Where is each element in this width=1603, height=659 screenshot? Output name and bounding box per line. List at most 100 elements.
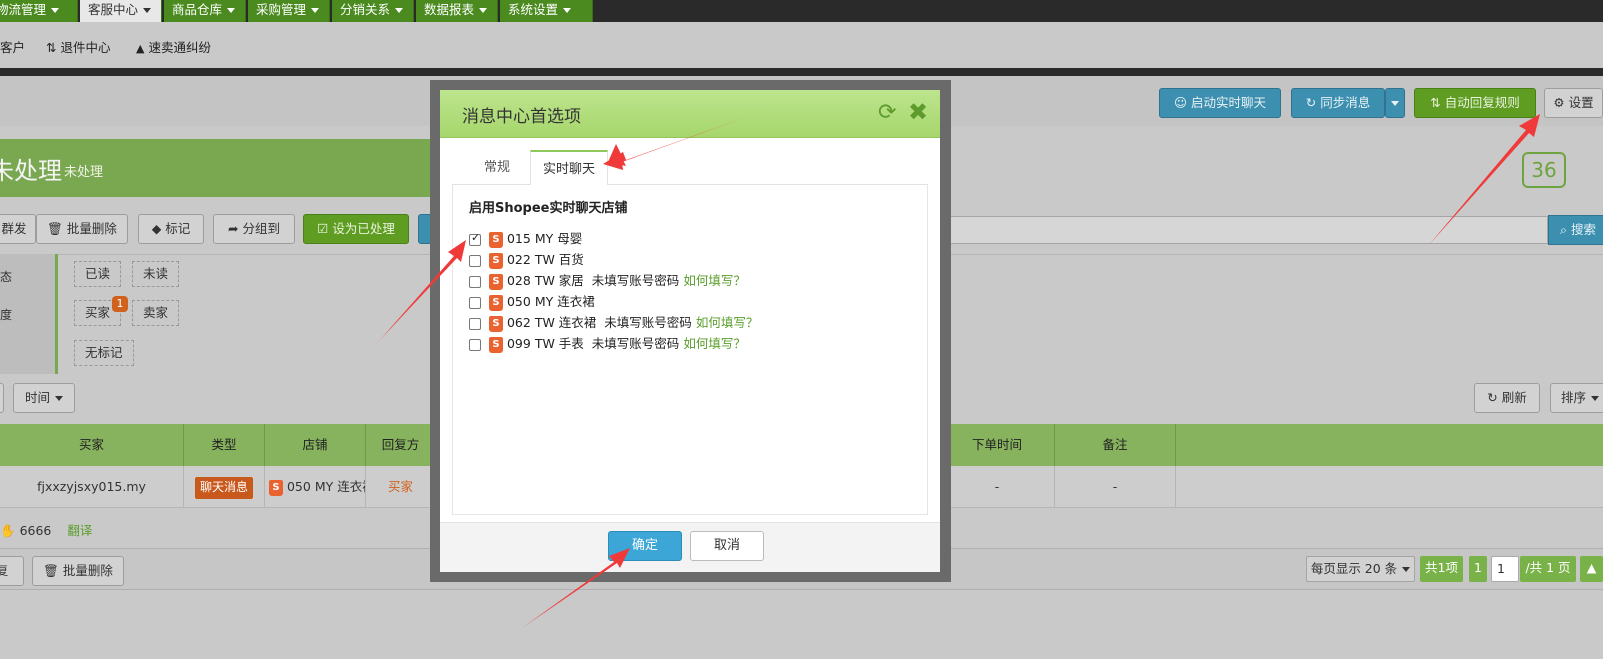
set-processed-button[interactable]: ☑ 设为已处理 bbox=[303, 214, 409, 244]
section-title: 未处理 bbox=[0, 157, 62, 185]
shop-option[interactable]: S 062 TW 连衣裙 未填写账号密码 如何填写？ bbox=[469, 312, 759, 332]
chevron-down-icon bbox=[143, 8, 152, 13]
cell-buyer: fjxxzyjsxy015.my bbox=[0, 466, 184, 508]
reply-button[interactable]: 复 bbox=[0, 556, 24, 586]
scroll-top-button[interactable]: ▲ bbox=[1580, 556, 1603, 582]
prev-sort-button[interactable] bbox=[0, 383, 4, 413]
subnav-customers[interactable]: 客户 bbox=[0, 37, 25, 56]
how-to-fill-link[interactable]: 如何填写？ bbox=[683, 336, 746, 351]
nav-customer-service[interactable]: 客服中心 bbox=[80, 0, 162, 22]
shopee-icon: S bbox=[489, 294, 503, 311]
chevron-down-icon bbox=[55, 396, 63, 401]
shop-checkbox[interactable] bbox=[469, 317, 481, 330]
per-page-select[interactable]: 每页显示 20 条 bbox=[1306, 556, 1415, 582]
filter-unread[interactable]: 未读 bbox=[132, 261, 180, 287]
filter-seller[interactable]: 卖家 bbox=[132, 300, 180, 326]
nav-system-settings[interactable]: 系统设置 bbox=[500, 0, 593, 22]
search-input[interactable] bbox=[940, 216, 1548, 244]
filter-read[interactable]: 已读 bbox=[74, 261, 122, 287]
close-icon[interactable]: ✖ bbox=[908, 98, 928, 126]
batch-delete-button[interactable]: 🗑 批量删除 bbox=[36, 214, 128, 244]
nav-reports[interactable]: 数据报表 bbox=[416, 0, 498, 22]
warning-icon: ▲ bbox=[136, 42, 145, 55]
cancel-button[interactable]: 取消 bbox=[690, 531, 764, 561]
translate-link[interactable]: 翻译 bbox=[67, 523, 92, 538]
shop-option[interactable]: S 028 TW 家居 未填写账号密码 如何填写？ bbox=[469, 270, 746, 290]
search-button[interactable]: ⌕ 搜索 bbox=[1548, 215, 1603, 245]
shopee-icon: S bbox=[489, 273, 503, 290]
chevron-down-icon bbox=[227, 8, 236, 13]
nav-distribution[interactable]: 分销关系 bbox=[332, 0, 414, 22]
auto-reply-rules-button[interactable]: ⇅ 自动回复规则 bbox=[1414, 88, 1536, 118]
cell-order-time: - bbox=[940, 466, 1055, 508]
tab-live-chat[interactable]: 实时聊天 bbox=[530, 150, 609, 186]
sync-messages-button[interactable]: ↻ 同步消息 bbox=[1291, 88, 1385, 118]
refresh-icon: ↻ bbox=[1487, 390, 1498, 405]
shopee-icon: S bbox=[269, 479, 283, 496]
tag-icon: ◆ bbox=[151, 221, 162, 236]
buyer-count-badge: 1 bbox=[112, 296, 128, 312]
footer-batch-delete-button[interactable]: 🗑 批量删除 bbox=[32, 556, 124, 586]
refresh-button[interactable]: ↻ 刷新 bbox=[1474, 383, 1540, 413]
message-preview: ✋ 6666 翻译 bbox=[0, 520, 92, 539]
chat-icon: ☺ bbox=[1173, 95, 1188, 110]
start-live-chat-button[interactable]: ☺ 启动实时聊天 bbox=[1159, 88, 1281, 118]
total-items: 共1项 bbox=[1420, 556, 1463, 582]
column-header-replier[interactable]: 回复方 bbox=[366, 424, 436, 466]
cell-type: 聊天消息 bbox=[184, 466, 265, 508]
trash-icon: 🗑 bbox=[47, 221, 63, 236]
sort-time-button[interactable]: 时间 bbox=[13, 383, 75, 413]
mass-send-button[interactable]: 群发 bbox=[0, 214, 36, 244]
shop-section-title: 启用Shopee实时聊天店铺 bbox=[469, 201, 628, 216]
confirm-button[interactable]: 确定 bbox=[608, 531, 682, 561]
chevron-down-icon bbox=[395, 8, 404, 13]
refresh-icon[interactable]: ⟳ bbox=[878, 100, 896, 125]
column-header-buyer[interactable]: 买家 bbox=[0, 424, 184, 466]
modal-tabs: 常规 实时聊天 bbox=[452, 146, 928, 186]
shop-option[interactable]: S 099 TW 手表 未填写账号密码 如何填写？ bbox=[469, 333, 746, 353]
trash-icon: 🗑 bbox=[43, 563, 59, 578]
shop-checkbox[interactable] bbox=[469, 338, 481, 351]
column-header-type[interactable]: 类型 bbox=[184, 424, 265, 466]
filter-label-type: 度 bbox=[0, 308, 13, 322]
cell-shop: S 050 MY 连衣裙 bbox=[265, 466, 366, 508]
sync-dropdown-button[interactable] bbox=[1385, 88, 1405, 118]
how-to-fill-link[interactable]: 如何填写？ bbox=[696, 315, 759, 330]
thumbs-icon: ✋ bbox=[0, 523, 16, 538]
chevron-down-icon bbox=[1591, 396, 1599, 401]
refresh-icon: ↻ bbox=[1305, 95, 1317, 110]
share-icon: ➦ bbox=[228, 221, 239, 236]
modal-body: 启用Shopee实时聊天店铺 S 015 MY 母婴 S 022 TW 百货 S… bbox=[452, 185, 928, 515]
nav-purchase[interactable]: 采购管理 bbox=[248, 0, 330, 22]
filter-no-mark[interactable]: 无标记 bbox=[74, 340, 134, 366]
group-to-button[interactable]: ➦ 分组到 bbox=[213, 214, 295, 244]
subnav-returns[interactable]: ⇅ 退件中心 bbox=[46, 37, 110, 56]
column-header-shop[interactable]: 店铺 bbox=[265, 424, 366, 466]
page-input[interactable]: 1 bbox=[1491, 556, 1519, 582]
tab-general[interactable]: 常规 bbox=[472, 150, 522, 186]
shop-checkbox[interactable] bbox=[469, 231, 481, 246]
sub-nav: 客户 ⇅ 退件中心 ▲ 速卖通纠纷 bbox=[0, 22, 1603, 68]
shop-checkbox[interactable] bbox=[469, 254, 481, 267]
modal-footer: 确定 取消 bbox=[440, 522, 940, 572]
column-header-order-time[interactable]: 下单时间 bbox=[940, 424, 1055, 466]
nav-product-warehouse[interactable]: 商品仓库 bbox=[164, 0, 246, 22]
chevron-down-icon bbox=[1402, 567, 1411, 572]
subnav-aliexpress-disputes[interactable]: ▲ 速卖通纠纷 bbox=[136, 37, 211, 56]
shopee-icon: S bbox=[489, 315, 503, 332]
cell-replier: 买家 bbox=[366, 466, 436, 508]
current-page[interactable]: 1 bbox=[1469, 556, 1487, 582]
count-badge: 36 bbox=[1522, 152, 1566, 188]
shop-option[interactable]: S 015 MY 母婴 bbox=[469, 228, 582, 248]
mark-button[interactable]: ◆ 标记 bbox=[138, 214, 204, 244]
column-header-note[interactable]: 备注 bbox=[1055, 424, 1176, 466]
nav-logistics[interactable]: 物流管理 bbox=[0, 0, 78, 22]
shop-option[interactable]: S 022 TW 百货 bbox=[469, 249, 584, 269]
how-to-fill-link[interactable]: 如何填写？ bbox=[683, 273, 746, 288]
shop-option[interactable]: S 050 MY 连衣裙 bbox=[469, 291, 595, 311]
shop-checkbox[interactable] bbox=[469, 296, 481, 309]
shop-checkbox[interactable] bbox=[469, 275, 481, 288]
settings-button[interactable]: ⚙ 设置 bbox=[1544, 88, 1603, 118]
chevron-down-icon bbox=[563, 8, 572, 13]
sort-order-button[interactable]: 排序 bbox=[1550, 383, 1603, 413]
